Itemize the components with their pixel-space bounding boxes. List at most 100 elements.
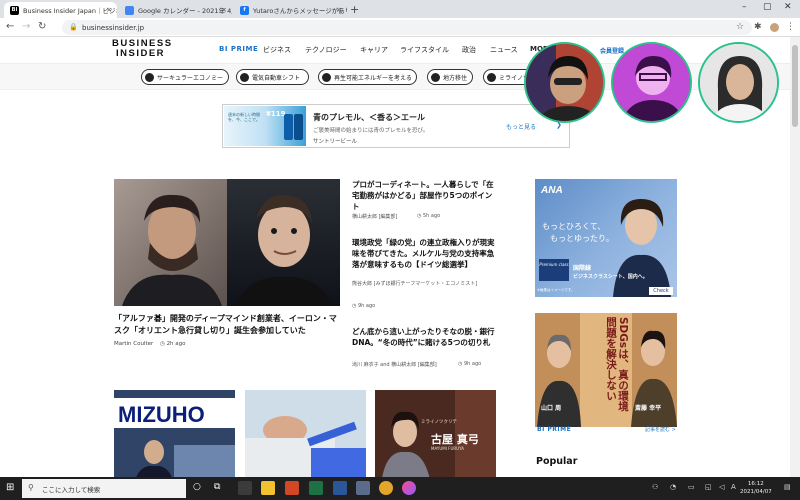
address-bar[interactable]: 🔒 businessinsider.jp [62,20,752,35]
time-text: 5h ago [422,213,441,219]
side-article-title[interactable]: 環境政党「緑の党」の連立政権入りが現実味を帯びてきた。メルケル与党の支持率急落が… [352,237,498,270]
battery-icon[interactable]: ▭ [688,483,695,491]
file-explorer-icon[interactable] [261,481,275,495]
people-icon[interactable]: ⚇ [652,483,658,491]
logo-line-2: INSIDER [116,48,166,59]
nav-lifestyle[interactable]: ライフスタイル [400,45,449,55]
business-insider-logo[interactable]: BUSINESS INSIDER [112,39,173,59]
topic-icon [145,72,154,82]
app-icon-wz[interactable] [356,481,370,495]
topic-label: 再生可能エネルギーを考える [334,74,412,82]
close-icon[interactable]: × [221,6,227,14]
tab-facebook-message[interactable]: f Yutaroさんからメッセージがありました × [234,2,347,18]
maximize-icon[interactable]: ▢ [763,2,772,12]
bi-prime-label[interactable]: BI PRIME [537,426,571,433]
card-person-name: 古屋 真弓 [431,433,479,446]
register-link[interactable]: 会員登録 [600,46,624,55]
ime-indicator[interactable]: A [731,483,736,491]
nav-news[interactable]: ニュース [490,45,518,55]
cortana-icon[interactable]: ○ [193,482,201,492]
nav-career[interactable]: キャリア [360,45,388,55]
network-icon[interactable]: ◱ [705,483,712,491]
tab-google-calendar[interactable]: Google カレンダー - 2021年 4月 5日 × [119,2,232,18]
tab-title: Business Insider Japan｜ビジネス [23,7,117,15]
menu-kebab-icon[interactable]: ⋮ [786,22,795,32]
premium-malts-ad-banner[interactable]: 週末の新しい時間を、今、ここで。 ¥119 青のプレモル、＜香る＞エール ご褒美… [222,104,570,148]
side-article-time: ◷ 9h ago [458,361,481,367]
article-card-mizuho[interactable]: MIZUHO [114,390,235,485]
nav-politics[interactable]: 政治 [462,45,476,55]
vaccine-photo [245,390,366,485]
nav-business[interactable]: ビジネス [263,45,291,55]
topic-pill-circular-economy[interactable]: サーキュラーエコノミー [141,69,229,85]
bookmark-star-icon[interactable]: ☆ [736,22,744,32]
taskbar-clock[interactable]: 16:12 2021/04/07 [740,480,772,496]
profile-avatar[interactable] [770,23,779,32]
hero-time: ◷ 2h ago [160,341,186,347]
taskbar-search-input[interactable]: ⚲ ここに入力して検索 [22,479,186,498]
read-article-link[interactable]: 記事を読む > [645,426,676,433]
video-participant-1[interactable] [524,42,605,123]
close-icon[interactable]: × [106,6,112,14]
ana-check-button[interactable]: Check [649,287,673,295]
volume-icon[interactable]: ◁ [719,483,724,491]
side-article-title[interactable]: プロがコーディネート。一人暮らしで「在宅勤務がはかどる」部屋作り5つのポイント [352,179,498,212]
extensions-icon[interactable]: ✱ [754,22,762,32]
word-icon[interactable] [333,481,347,495]
hero-title[interactable]: 「アルファ碁」開発のディープマインド創業者、イーロン・マスク「オリエント急行貸し… [114,313,342,337]
reload-icon[interactable]: ↻ [38,21,46,32]
page-scrollbar[interactable] [790,37,800,477]
app-icon-9[interactable] [402,481,416,495]
side-article-title[interactable]: どん底から這い上がったりそなの脱・銀行DNA。“冬の時代”に賭ける5つの切り札 [352,326,498,348]
hero-photo [114,179,340,306]
close-icon[interactable]: × [336,6,342,14]
beer-can-icon [284,114,293,140]
side-article-author[interactable]: 横山耕太郎 [編集部] [352,213,398,220]
popular-heading: Popular [536,456,578,467]
scrollbar-thumb[interactable] [792,45,798,127]
time-text: 9h ago [357,303,376,309]
video-participant-2[interactable] [611,42,692,123]
side-article-author[interactable]: 熊谷大郎 [みずほ銀行チーフマーケット・エコノミスト] [352,281,492,288]
clock-icon: ◷ [160,341,165,347]
nav-technology[interactable]: テクノロジー [305,45,347,55]
ana-class-2: ビジネスクラスシート、国内へ。 [573,274,648,280]
chrome-icon[interactable] [379,481,393,495]
app-icon-1[interactable] [238,481,252,495]
ad-more-link[interactable]: もっと見る [506,122,536,131]
topic-pill-renewable-energy[interactable]: 再生可能エネルギーを考える [318,69,417,85]
task-view-icon[interactable]: ⧉ [214,482,220,492]
side-article-time: ◷ 5h ago [417,213,440,219]
article-card-mirai[interactable]: ミライノツクリテ 古屋 真弓 MAYUMI FURUYA [375,390,496,485]
forward-icon[interactable]: → [22,21,30,32]
hero-image[interactable] [114,179,340,306]
excel-icon[interactable] [309,481,323,495]
new-tab-button[interactable]: + [350,3,359,16]
ana-copy-line-1: もっとひろくて、 [542,222,606,231]
nav-bi-prime[interactable]: BI PRIME [219,45,258,53]
back-icon[interactable]: ← [6,21,14,32]
topic-pill-ev-shift[interactable]: 電気自動車シフト [236,69,309,85]
window-close-icon[interactable]: ✕ [784,2,792,12]
notification-icon[interactable]: ▤ [784,483,791,491]
video-participant-3[interactable] [698,42,779,123]
topic-label: 地方移住 [443,74,468,82]
topic-icon [240,72,249,82]
side-article-author[interactable]: 滝川 麻衣子 and 横山耕太郎 [編集部] [352,361,437,368]
tray-icon[interactable]: ◔ [670,483,676,491]
powerpoint-icon[interactable] [285,481,299,495]
card-series: ミライノツクリテ [421,420,457,425]
article-card-vaccine[interactable] [245,390,366,485]
ad-image: 週末の新しい時間を、今、ここで。 ¥119 [224,106,306,146]
ana-ad[interactable]: ANA もっとひろくて、 もっとゆったり。 Premium class 国際線 … [535,179,677,297]
ana-premium-badge: Premium class [539,259,569,281]
hero-author[interactable]: Martin Coulter [114,341,153,347]
windows-start-icon[interactable]: ⊞ [6,482,14,493]
sdg-prime-ad[interactable]: SDGsは、真の環境問題を解決しない 山口 周 斎藤 幸平 [535,313,677,427]
topic-pill-relocation[interactable]: 地方移住 [427,69,473,85]
tab-business-insider[interactable]: BI Business Insider Japan｜ビジネス × [4,2,117,18]
topic-icon [322,72,331,82]
minimize-icon[interactable]: – [742,2,747,12]
bi-favicon-icon: BI [10,5,19,15]
hero-time-text: 2h ago [166,341,186,347]
